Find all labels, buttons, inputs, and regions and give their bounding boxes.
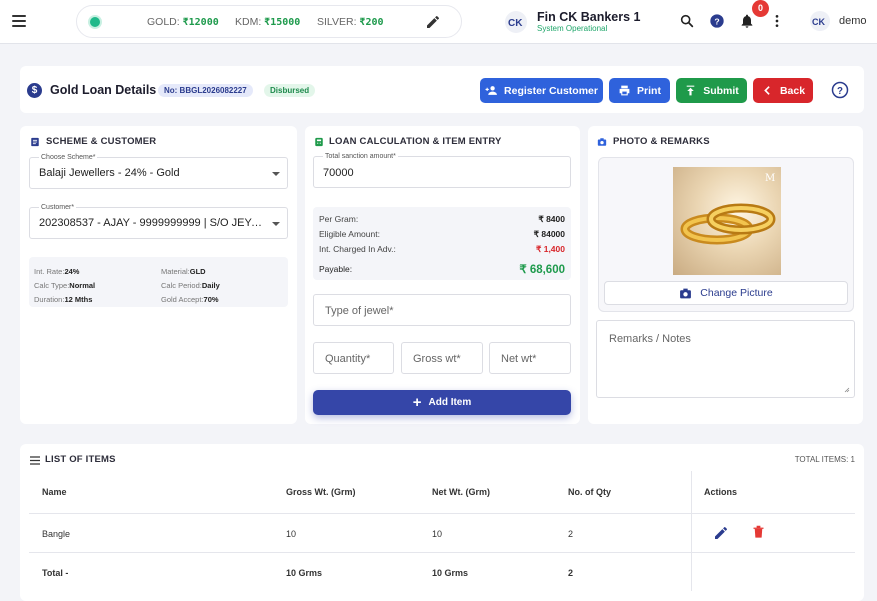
customer-select[interactable]: Customer* 202308537 - AJAY - 9999999999 … bbox=[29, 204, 288, 239]
trash-icon[interactable] bbox=[751, 524, 766, 540]
add-item-button[interactable]: + Add Item bbox=[313, 390, 571, 415]
plus-icon: + bbox=[412, 393, 422, 411]
change-picture-button[interactable]: Change Picture bbox=[604, 281, 848, 305]
column-header-net: Net Wt. (Grm) bbox=[432, 487, 490, 497]
photo-preview: M Change Picture bbox=[598, 157, 854, 312]
printer-icon bbox=[619, 85, 630, 96]
calculation-summary: Per Gram: ₹ 8400 Eligible Amount: ₹ 8400… bbox=[313, 207, 571, 280]
table-total-row: Total - 10 Grms 10 Grms 2 bbox=[42, 568, 574, 578]
user-name[interactable]: demo bbox=[839, 15, 867, 27]
metal-rates-bar: GOLD: ₹12000 KDM: ₹15000 SILVER: ₹200 bbox=[76, 5, 462, 38]
total-items-count: TOTAL ITEMS: 1 bbox=[794, 455, 855, 464]
svg-text:M: M bbox=[765, 173, 775, 184]
edit-icon[interactable] bbox=[713, 525, 729, 541]
payable-value: ₹ 68,600 bbox=[519, 264, 565, 276]
net-weight-input[interactable]: Net wt* bbox=[489, 342, 571, 374]
info-int-rate: Int. Rate:24% bbox=[34, 267, 80, 276]
chevron-left-icon bbox=[764, 86, 770, 95]
quantity-input[interactable]: Quantity* bbox=[313, 342, 394, 374]
camera-icon bbox=[597, 138, 607, 146]
info-material: Material:GLD bbox=[161, 267, 206, 276]
brand-name: Fin CK Bankers 1 bbox=[537, 10, 641, 24]
help-icon[interactable]: ? bbox=[709, 13, 725, 29]
interest-value: ₹ 1,400 bbox=[535, 244, 565, 254]
svg-text:CK: CK bbox=[508, 18, 523, 29]
silver-rate: SILVER: ₹200 bbox=[317, 16, 384, 28]
section-title: PHOTO & REMARKS bbox=[613, 136, 710, 147]
scheme-info-box: Int. Rate:24% Material:GLD Calc Type:Nor… bbox=[29, 257, 288, 307]
gold-rate: GOLD: ₹12000 bbox=[147, 16, 219, 28]
section-title: LIST OF ITEMS bbox=[45, 454, 116, 465]
eligible-amount-value: ₹ 84000 bbox=[533, 229, 565, 239]
register-customer-button[interactable]: Register Customer bbox=[480, 78, 603, 103]
brand-logo-icon: CK bbox=[505, 11, 527, 33]
back-button[interactable]: Back bbox=[753, 78, 813, 103]
more-vert-icon[interactable] bbox=[769, 13, 785, 29]
column-header-gross: Gross Wt. (Grm) bbox=[286, 487, 356, 497]
system-status: System Operational bbox=[537, 24, 608, 33]
calculator-icon bbox=[315, 137, 323, 147]
chevron-down-icon bbox=[272, 222, 280, 226]
chevron-down-icon bbox=[272, 172, 280, 176]
document-icon bbox=[31, 137, 39, 147]
bell-icon[interactable] bbox=[739, 13, 755, 29]
remarks-textarea[interactable]: Remarks / Notes bbox=[596, 320, 855, 398]
scheme-select[interactable]: Choose Scheme* Balaji Jewellers - 24% - … bbox=[29, 154, 288, 189]
svg-text:?: ? bbox=[837, 86, 843, 97]
table-row: Bangle 10 10 2 bbox=[29, 514, 855, 552]
info-duration: Duration:12 Mths bbox=[34, 295, 93, 304]
column-header-qty: No. of Qty bbox=[568, 487, 611, 497]
notification-badge: 0 bbox=[752, 0, 769, 17]
edit-rates-icon[interactable] bbox=[425, 14, 441, 30]
camera-icon bbox=[680, 288, 692, 298]
svg-text:CK: CK bbox=[812, 17, 825, 27]
section-title: SCHEME & CUSTOMER bbox=[46, 136, 157, 147]
user-avatar[interactable]: CK bbox=[810, 11, 830, 31]
jewel-photo: M bbox=[673, 167, 781, 275]
kdm-rate: KDM: ₹15000 bbox=[235, 16, 301, 28]
jewel-type-input[interactable]: Type of jewel* bbox=[313, 294, 571, 326]
help-circle-icon[interactable]: ? bbox=[831, 81, 849, 99]
print-button[interactable]: Print bbox=[609, 78, 670, 103]
status-badge: Disbursed bbox=[264, 84, 316, 97]
photo-remarks-card: PHOTO & REMARKS M Change Picture Remarks… bbox=[588, 126, 863, 424]
page-header: $ Gold Loan Details No: BBGL2026082227 D… bbox=[20, 66, 864, 113]
per-gram-value: ₹ 8400 bbox=[538, 214, 565, 224]
items-list-card: LIST OF ITEMS TOTAL ITEMS: 1 Name Gross … bbox=[20, 444, 864, 601]
add-user-icon bbox=[485, 86, 497, 95]
upload-icon bbox=[686, 85, 695, 96]
section-title: LOAN CALCULATION & ITEM ENTRY bbox=[329, 136, 502, 147]
top-bar: GOLD: ₹12000 KDM: ₹15000 SILVER: ₹200 CK… bbox=[0, 0, 877, 44]
gross-weight-input[interactable]: Gross wt* bbox=[401, 342, 483, 374]
submit-button[interactable]: Submit bbox=[676, 78, 747, 103]
loan-calculation-card: LOAN CALCULATION & ITEM ENTRY Total sanc… bbox=[305, 126, 580, 424]
page-title: Gold Loan Details bbox=[50, 83, 157, 97]
dollar-icon: $ bbox=[27, 83, 42, 98]
list-icon bbox=[30, 456, 40, 465]
svg-text:?: ? bbox=[714, 16, 719, 26]
info-calc-type: Calc Type:Normal bbox=[34, 281, 96, 290]
sanction-amount-input[interactable]: Total sanction amount* 70000 bbox=[313, 153, 571, 188]
loan-number-chip: No: BBGL2026082227 bbox=[158, 84, 253, 97]
info-calc-period: Calc Period:Daily bbox=[161, 281, 220, 290]
search-icon[interactable] bbox=[679, 13, 695, 29]
column-header-actions: Actions bbox=[704, 487, 738, 497]
column-header-name: Name bbox=[42, 487, 67, 497]
menu-icon[interactable] bbox=[12, 15, 26, 27]
info-gold-accept: Gold Accept:70% bbox=[161, 295, 219, 304]
live-status-dot bbox=[90, 17, 100, 27]
scheme-customer-card: SCHEME & CUSTOMER Choose Scheme* Balaji … bbox=[20, 126, 297, 424]
resize-handle-icon[interactable] bbox=[844, 387, 850, 393]
